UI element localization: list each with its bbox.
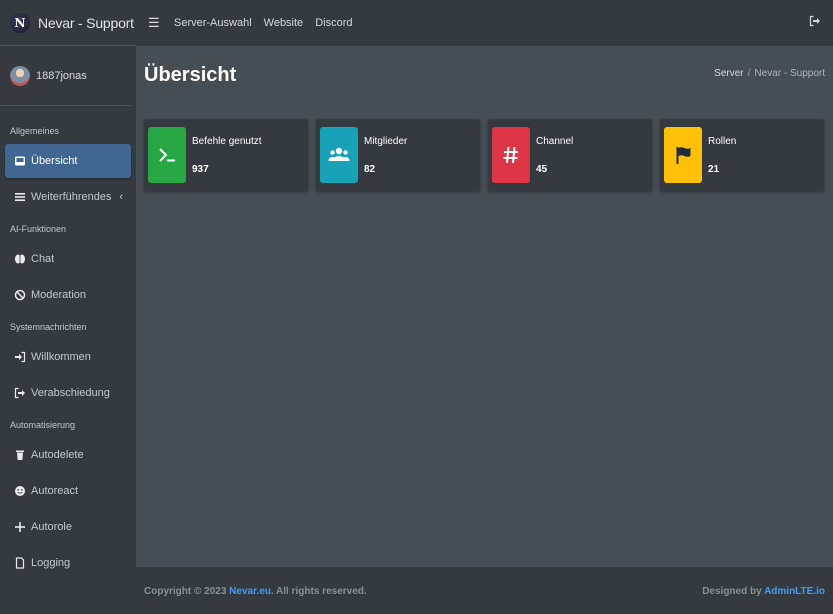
logout-icon[interactable] [809,15,821,30]
info-box-label: Channel [536,136,574,147]
breadcrumb: Server / Nevar - Support [714,68,825,79]
user-panel[interactable]: 1887jonas [0,46,132,106]
footer-designed-by: Designed by AdminLTE.io [702,586,825,597]
footer-copyright: Copyright © 2023 Nevar.eu. All rights re… [144,586,367,597]
sidebar-item-label: Weiterführendes [31,191,112,203]
info-box-rollen: Rollen 21 [660,119,824,191]
copyright-suffix: . All rights reserved. [270,586,367,597]
avatar [10,65,30,86]
footer: Copyright © 2023 Nevar.eu. All rights re… [136,566,833,614]
sidebar-item-label: Moderation [31,289,87,301]
info-box-label: Rollen [708,136,737,147]
sidebar-item-label: Autodelete [31,449,84,461]
sidebar-nav: Allgemeines Übersicht Weiterführendes ‹ … [0,106,136,580]
sidebar-item-label: Autorole [31,521,72,533]
plus-icon [13,520,27,534]
nav-link-website[interactable]: Website [264,17,304,29]
terminal-icon [148,127,186,183]
angle-left-icon: ‹ [119,191,123,203]
info-box-mitglieder: Mitglieder 82 [316,119,480,191]
sidebar-item-label: Übersicht [31,155,78,167]
copyright-prefix: Copyright © 2023 [144,586,230,597]
info-box-label: Befehle genutzt [192,136,262,147]
sidebar-item-autoreact[interactable]: Autoreact [5,474,131,508]
menu-toggle-icon[interactable]: ☰ [148,15,164,31]
flag-icon [664,127,702,183]
sidebar-item-logging[interactable]: Logging [5,546,131,580]
brand-link[interactable]: N Nevar - Support [0,0,136,46]
nav-header-allgemeines: Allgemeines [10,126,60,136]
sidebar-item-label: Willkommen [31,351,91,363]
brand-name: Nevar - Support [38,14,134,31]
footer-link-adminlte[interactable]: AdminLTE.io [764,586,825,597]
brain-icon [13,252,27,266]
smile-icon [13,484,27,498]
breadcrumb-separator: / [747,68,751,79]
info-box-value: 45 [536,164,548,175]
trash-icon [13,448,27,462]
footer-link-nevar[interactable]: Nevar.eu [229,586,271,597]
breadcrumb-current: Nevar - Support [754,68,825,79]
nav-link-server-auswahl[interactable]: Server-Auswahl [174,17,252,29]
sidebar-item-moderation[interactable]: Moderation [5,278,131,312]
info-box-label: Mitglieder [364,136,408,147]
sign-out-icon [13,386,27,400]
breadcrumb-root[interactable]: Server [714,68,743,79]
sidebar-item-label: Autoreact [31,485,79,497]
sidebar-item-chat[interactable]: Chat [5,242,131,276]
info-box-befehle: Befehle genutzt 937 [144,119,308,191]
page-title: Übersicht [144,64,237,86]
info-box-channel: Channel 45 [488,119,652,191]
sidebar-item-uebersicht[interactable]: Übersicht [5,144,131,178]
info-box-value: 21 [708,164,720,175]
nav-header-systemnachrichten: Systemnachrichten [10,322,87,332]
nav-header-ai-funktionen: AI-Funktionen [10,224,67,234]
sidebar-item-verabschiedung[interactable]: Verabschiedung [5,376,131,410]
sidebar-item-label: Verabschiedung [31,387,110,399]
sidebar-item-willkommen[interactable]: Willkommen [5,340,131,374]
users-icon [320,127,358,183]
sidebar-item-autodelete[interactable]: Autodelete [5,438,131,472]
sidebar-item-label: Chat [31,253,55,265]
sign-in-icon [13,350,27,364]
sidebar-item-label: Logging [31,557,71,569]
nav-link-discord[interactable]: Discord [315,17,352,29]
content-header: Übersicht Server / Nevar - Support [136,46,833,106]
hashtag-icon [492,127,530,183]
info-box-value: 937 [192,164,209,175]
file-icon [13,556,27,570]
user-name: 1887jonas [36,69,87,82]
ban-icon [13,288,27,302]
list-icon [13,190,27,204]
nav-header-automatisierung: Automatisierung [10,420,76,430]
top-navbar: ☰ Server-Auswahl Website Discord [136,0,833,46]
sidebar-item-weiterfuehrendes[interactable]: Weiterführendes ‹ [5,180,131,214]
sidebar-item-autorole[interactable]: Autorole [5,510,131,544]
brand-logo: N [10,12,30,33]
inbox-icon [13,154,27,168]
designed-prefix: Designed by [702,586,765,597]
stats-cards: Befehle genutzt 937 Mitglieder 82 Channe… [144,119,825,191]
sidebar: N Nevar - Support 1887jonas Allgemeines … [0,0,136,614]
info-box-value: 82 [364,164,376,175]
